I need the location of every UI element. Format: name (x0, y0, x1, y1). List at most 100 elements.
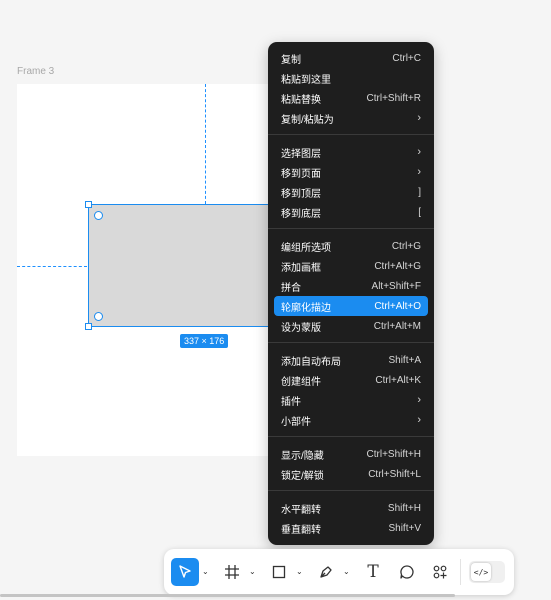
menu-item-shortcut: Shift+V (388, 522, 421, 534)
menu-item[interactable]: 移到页面 › (274, 162, 428, 182)
corner-radius-handle[interactable] (94, 312, 103, 321)
menu-item-label: 小部件 (281, 416, 311, 428)
corner-radius-handle[interactable] (94, 211, 103, 220)
menu-item-shortcut: Alt+Shift+F (371, 280, 421, 292)
vertical-guide (205, 84, 206, 204)
menu-item-label: 创建组件 (281, 376, 321, 388)
menu-item-label: 选择图层 (281, 148, 321, 160)
menu-item-shortcut: Ctrl+Shift+H (366, 448, 421, 460)
menu-item-label: 添加自动布局 (281, 356, 341, 368)
menu-separator (268, 134, 434, 135)
selected-rectangle[interactable] (85, 201, 288, 330)
horizontal-scrollbar[interactable] (0, 594, 455, 597)
menu-item-label: 垂直翻转 (281, 524, 321, 536)
menu-item-label: 拼合 (281, 282, 301, 294)
menu-item[interactable]: 移到顶层] (274, 182, 428, 202)
menu-item-shortcut: Ctrl+G (391, 240, 421, 252)
shape-tool-button[interactable] (265, 558, 293, 586)
menu-item-shortcut: [ (418, 206, 421, 218)
menu-separator (268, 490, 434, 491)
menu-item-label: 添加画框 (281, 262, 321, 274)
submenu-arrow-icon: › (417, 414, 421, 426)
resize-handle-bottom-left[interactable] (85, 323, 92, 330)
menu-item-shortcut: Shift+H (387, 502, 421, 514)
context-menu: 复制 Ctrl+C 粘贴到这里 粘贴替换 Ctrl+Shift+R 复制/粘贴为 › 选择图层… (268, 42, 434, 545)
actions-tool-button[interactable] (426, 558, 454, 586)
menu-item[interactable]: 拼合 Alt+Shift+F (274, 276, 428, 296)
submenu-arrow-icon: › (417, 146, 421, 158)
move-tool-button[interactable] (171, 558, 199, 586)
menu-separator (268, 436, 434, 437)
frame-tool-button[interactable] (218, 558, 246, 586)
menu-item[interactable]: 显示/隐藏 Ctrl+Shift+H (274, 444, 428, 464)
menu-item-shortcut: ] (418, 186, 421, 198)
chevron-down-icon[interactable]: ⌄ (202, 567, 209, 576)
menu-item-label: 显示/隐藏 (281, 450, 324, 462)
menu-item[interactable]: 添加自动布局 Shift+A (274, 350, 428, 370)
rectangle-icon (272, 565, 286, 579)
chevron-down-icon[interactable]: ⌄ (296, 567, 303, 576)
menu-item-label: 插件 (281, 396, 301, 408)
menu-item[interactable]: 小部件 › (274, 410, 428, 430)
horizontal-guide (17, 266, 87, 267)
menu-item-shortcut: Ctrl+Alt+O (374, 300, 421, 312)
menu-item-label: 锁定/解锁 (281, 470, 324, 482)
code-icon: </> (473, 567, 489, 577)
menu-item-shortcut: Ctrl+Alt+K (375, 374, 421, 386)
menu-item-label: 复制/粘贴为 (281, 114, 334, 126)
menu-item[interactable]: 粘贴替换 Ctrl+Shift+R (274, 88, 428, 108)
menu-item[interactable]: 垂直翻转 Shift+V (274, 518, 428, 538)
menu-item-label: 编组所选项 (281, 242, 331, 254)
pen-icon (320, 566, 332, 578)
menu-item[interactable]: 粘贴到这里 (274, 68, 428, 88)
menu-item-shortcut: Ctrl+Alt+G (374, 260, 421, 272)
cursor-icon (179, 565, 191, 578)
menu-separator (268, 342, 434, 343)
menu-item-shortcut: Ctrl+Alt+M (373, 320, 421, 332)
toolbar-divider (460, 559, 461, 585)
frame-icon (225, 565, 239, 579)
menu-item-label: 移到页面 (281, 168, 321, 180)
menu-item-label: 移到顶层 (281, 188, 321, 200)
menu-item[interactable]: 创建组件 Ctrl+Alt+K (274, 370, 428, 390)
dev-mode-knob: </> (471, 563, 491, 581)
menu-item-shortcut: Ctrl+Shift+R (366, 92, 421, 104)
menu-item-shortcut: Shift+A (388, 354, 421, 366)
bottom-toolbar: ⌄ ⌄ ⌄ ⌄ T </> (164, 549, 514, 595)
menu-item[interactable]: 水平翻转 Shift+H (274, 498, 428, 518)
menu-item[interactable]: 复制 Ctrl+C (274, 48, 428, 68)
text-icon: T (367, 562, 379, 582)
menu-separator (268, 228, 434, 229)
chevron-down-icon[interactable]: ⌄ (249, 567, 256, 576)
chevron-down-icon[interactable]: ⌄ (343, 567, 350, 576)
menu-item-label: 设为蒙版 (281, 322, 321, 334)
menu-item-label: 水平翻转 (281, 504, 321, 516)
menu-item[interactable]: 锁定/解锁 Ctrl+Shift+L (274, 464, 428, 484)
menu-item[interactable]: 设为蒙版 Ctrl+Alt+M (274, 316, 428, 336)
menu-item[interactable]: 插件 › (274, 390, 428, 410)
comment-icon (400, 565, 414, 579)
pen-tool-button[interactable] (312, 558, 340, 586)
components-icon (433, 565, 447, 579)
menu-item-label: 移到底层 (281, 208, 321, 220)
resize-handle-top-left[interactable] (85, 201, 92, 208)
size-badge: 337 × 176 (180, 334, 229, 348)
menu-item[interactable]: 轮廓化描边 Ctrl+Alt+O (274, 296, 428, 316)
menu-item[interactable]: 编组所选项 Ctrl+G (274, 236, 428, 256)
dev-mode-toggle[interactable]: </> (469, 561, 505, 583)
menu-item-label: 复制 (281, 54, 301, 66)
frame-label[interactable]: Frame 3 (17, 66, 54, 77)
menu-item[interactable]: 选择图层 › (274, 142, 428, 162)
menu-item-shortcut: Ctrl+Shift+L (368, 468, 421, 480)
text-tool-button[interactable]: T (359, 558, 387, 586)
menu-item-shortcut: Ctrl+C (392, 52, 421, 64)
submenu-arrow-icon: › (417, 112, 421, 124)
menu-item[interactable]: 复制/粘贴为 › (274, 108, 428, 128)
menu-item[interactable]: 移到底层 [ (274, 202, 428, 222)
menu-item-label: 轮廓化描边 (281, 302, 331, 314)
menu-item[interactable]: 添加画框 Ctrl+Alt+G (274, 256, 428, 276)
menu-item-label: 粘贴到这里 (281, 74, 331, 86)
menu-item-label: 粘贴替换 (281, 94, 321, 106)
submenu-arrow-icon: › (417, 166, 421, 178)
comment-tool-button[interactable] (393, 558, 421, 586)
